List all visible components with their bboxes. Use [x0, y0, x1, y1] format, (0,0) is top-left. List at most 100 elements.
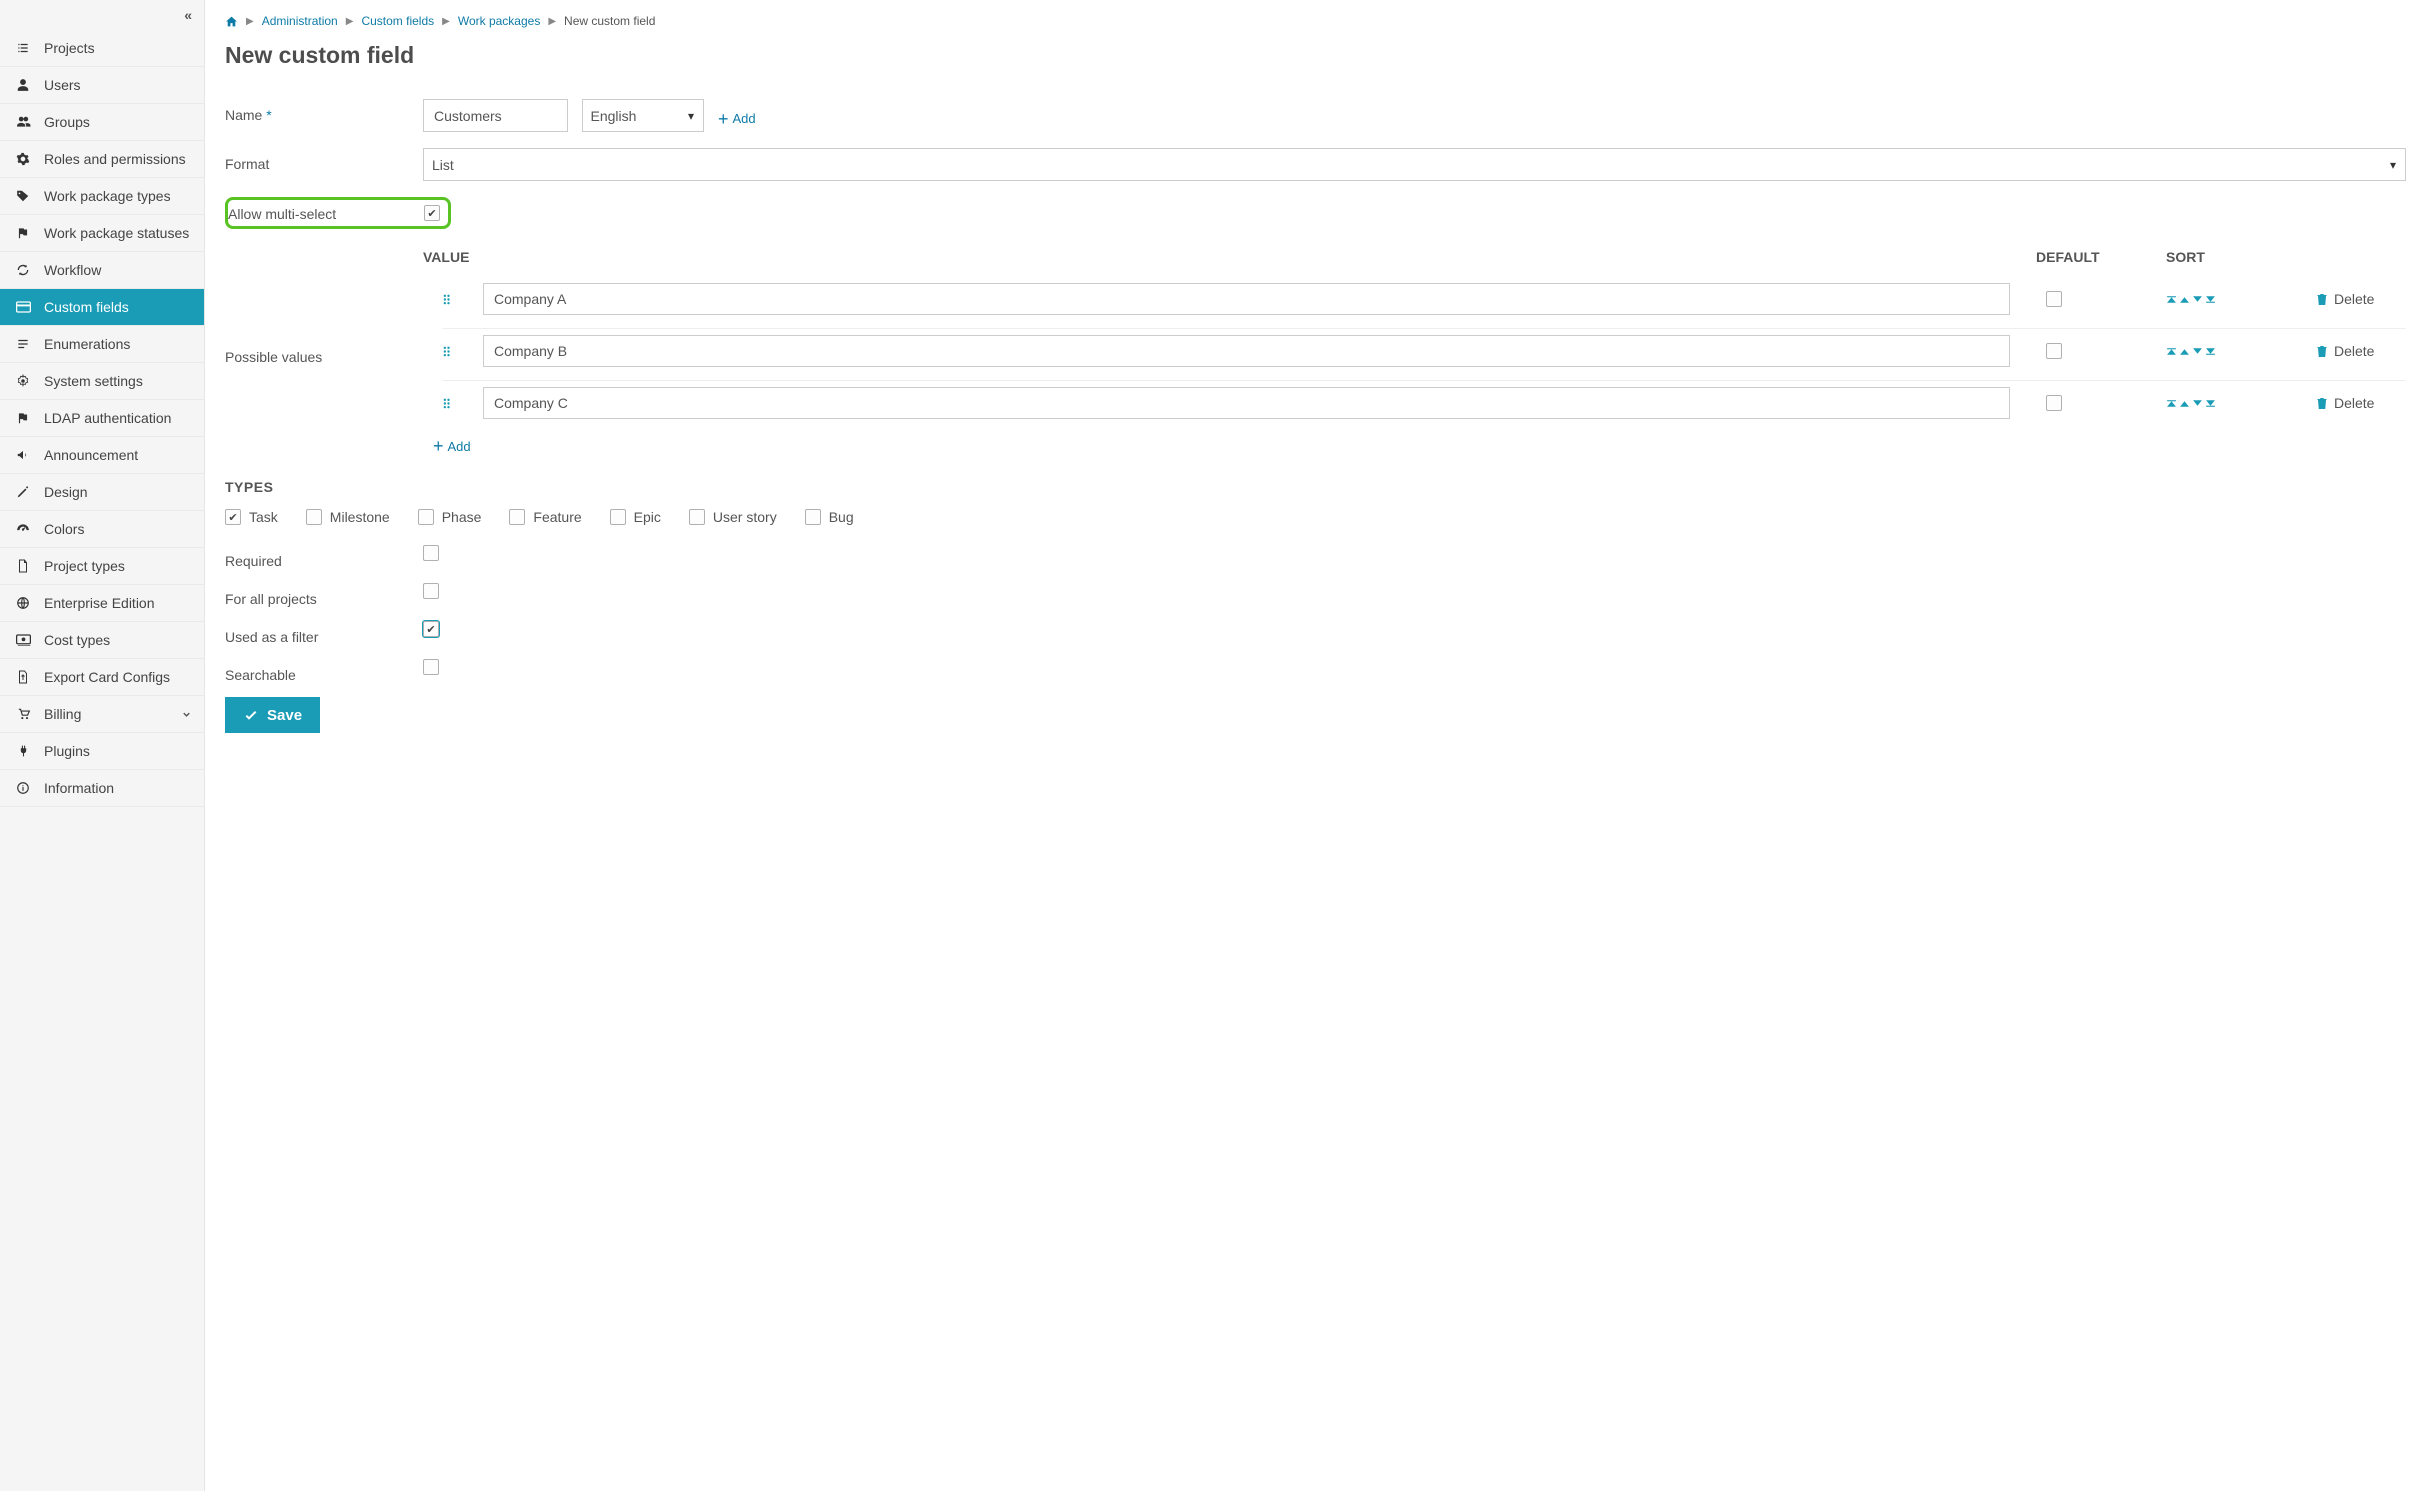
sidebar-item-plugins[interactable]: Plugins [0, 733, 204, 770]
type-option-milestone[interactable]: Milestone [306, 509, 390, 525]
multi-select-checkbox[interactable] [424, 205, 440, 221]
sort-down-icon[interactable] [2192, 294, 2203, 305]
flag-icon [12, 411, 34, 425]
type-option-epic[interactable]: Epic [610, 509, 661, 525]
delete-button[interactable]: Delete [2316, 291, 2406, 307]
type-label: Task [249, 509, 278, 525]
searchable-label: Searchable [225, 659, 423, 683]
breadcrumb-link-custom-fields[interactable]: Custom fields [361, 14, 434, 28]
page-title: New custom field [225, 42, 2406, 69]
type-checkbox[interactable] [225, 509, 241, 525]
default-checkbox[interactable] [2046, 343, 2062, 359]
type-checkbox[interactable] [805, 509, 821, 525]
searchable-checkbox[interactable] [423, 659, 439, 675]
add-value-link[interactable]: + Add [433, 437, 471, 455]
used-as-filter-checkbox[interactable] [423, 621, 439, 637]
sort-bottom-icon[interactable] [2205, 398, 2216, 409]
name-input[interactable] [423, 99, 568, 132]
add-name-link[interactable]: + Add [718, 105, 756, 132]
users-icon [12, 115, 34, 129]
cog-icon [12, 374, 34, 388]
values-header-sort: SORT [2166, 249, 2316, 265]
sidebar-item-label: Information [44, 780, 114, 796]
sidebar-item-projects[interactable]: Projects [0, 30, 204, 67]
format-label: Format [225, 148, 423, 172]
sidebar-item-roles-and-permissions[interactable]: Roles and permissions [0, 141, 204, 178]
sort-controls[interactable] [2166, 398, 2316, 409]
sidebar-item-export-card-configs[interactable]: Export Card Configs [0, 659, 204, 696]
chevron-right-icon: ▶ [548, 16, 556, 27]
sidebar-item-users[interactable]: Users [0, 67, 204, 104]
breadcrumb-link-administration[interactable]: Administration [262, 14, 338, 28]
type-option-phase[interactable]: Phase [418, 509, 482, 525]
possible-values-label: Possible values [225, 249, 423, 365]
gauge-icon [12, 522, 34, 536]
required-checkbox[interactable] [423, 545, 439, 561]
sidebar-item-groups[interactable]: Groups [0, 104, 204, 141]
type-option-user-story[interactable]: User story [689, 509, 777, 525]
sidebar-item-colors[interactable]: Colors [0, 511, 204, 548]
type-option-feature[interactable]: Feature [509, 509, 581, 525]
sidebar-item-cost-types[interactable]: Cost types [0, 622, 204, 659]
sort-top-icon[interactable] [2166, 294, 2177, 305]
type-checkbox[interactable] [509, 509, 525, 525]
sort-up-icon[interactable] [2179, 294, 2190, 305]
sort-up-icon[interactable] [2179, 398, 2190, 409]
sidebar-item-workflow[interactable]: Workflow [0, 252, 204, 289]
sidebar-item-label: Project types [44, 558, 125, 574]
sidebar-item-announcement[interactable]: Announcement [0, 437, 204, 474]
cart-icon [12, 707, 34, 721]
used-as-filter-label: Used as a filter [225, 621, 423, 645]
sort-controls[interactable] [2166, 346, 2316, 357]
sort-up-icon[interactable] [2179, 346, 2190, 357]
breadcrumb-link-work-packages[interactable]: Work packages [458, 14, 540, 28]
type-option-task[interactable]: Task [225, 509, 278, 525]
type-checkbox[interactable] [689, 509, 705, 525]
values-header-default: DEFAULT [2036, 249, 2166, 265]
sort-controls[interactable] [2166, 294, 2316, 305]
value-input[interactable] [483, 387, 2010, 419]
chevron-down-icon[interactable] [181, 709, 192, 720]
refresh-icon [12, 263, 34, 277]
sort-top-icon[interactable] [2166, 346, 2177, 357]
delete-button[interactable]: Delete [2316, 343, 2406, 359]
drag-handle-icon[interactable] [443, 346, 483, 357]
type-checkbox[interactable] [306, 509, 322, 525]
sort-down-icon[interactable] [2192, 398, 2203, 409]
for-all-projects-label: For all projects [225, 583, 423, 607]
multi-select-label: Allow multi-select [228, 204, 424, 222]
sidebar-item-enterprise-edition[interactable]: Enterprise Edition [0, 585, 204, 622]
sidebar-item-work-package-types[interactable]: Work package types [0, 178, 204, 215]
value-input[interactable] [483, 335, 2010, 367]
for-all-projects-checkbox[interactable] [423, 583, 439, 599]
sort-top-icon[interactable] [2166, 398, 2177, 409]
sidebar-item-ldap-authentication[interactable]: LDAP authentication [0, 400, 204, 437]
format-select[interactable]: List [423, 148, 2406, 181]
home-icon[interactable] [225, 15, 238, 28]
default-checkbox[interactable] [2046, 291, 2062, 307]
delete-button[interactable]: Delete [2316, 395, 2406, 411]
sidebar-item-work-package-statuses[interactable]: Work package statuses [0, 215, 204, 252]
language-select[interactable]: English [582, 99, 705, 132]
sidebar-collapse-button[interactable]: « [0, 0, 204, 30]
sort-bottom-icon[interactable] [2205, 294, 2216, 305]
sort-down-icon[interactable] [2192, 346, 2203, 357]
drag-handle-icon[interactable] [443, 294, 483, 305]
sidebar-item-custom-fields[interactable]: Custom fields [0, 289, 204, 326]
user-icon [12, 78, 34, 92]
default-checkbox[interactable] [2046, 395, 2062, 411]
sort-bottom-icon[interactable] [2205, 346, 2216, 357]
sidebar-item-system-settings[interactable]: System settings [0, 363, 204, 400]
drag-handle-icon[interactable] [443, 398, 483, 409]
save-button[interactable]: Save [225, 697, 320, 733]
sidebar-item-information[interactable]: Information [0, 770, 204, 807]
type-checkbox[interactable] [418, 509, 434, 525]
pen-icon [12, 485, 34, 499]
sidebar-item-project-types[interactable]: Project types [0, 548, 204, 585]
type-option-bug[interactable]: Bug [805, 509, 854, 525]
value-input[interactable] [483, 283, 2010, 315]
sidebar-item-design[interactable]: Design [0, 474, 204, 511]
type-checkbox[interactable] [610, 509, 626, 525]
sidebar-item-billing[interactable]: Billing [0, 696, 204, 733]
sidebar-item-enumerations[interactable]: Enumerations [0, 326, 204, 363]
